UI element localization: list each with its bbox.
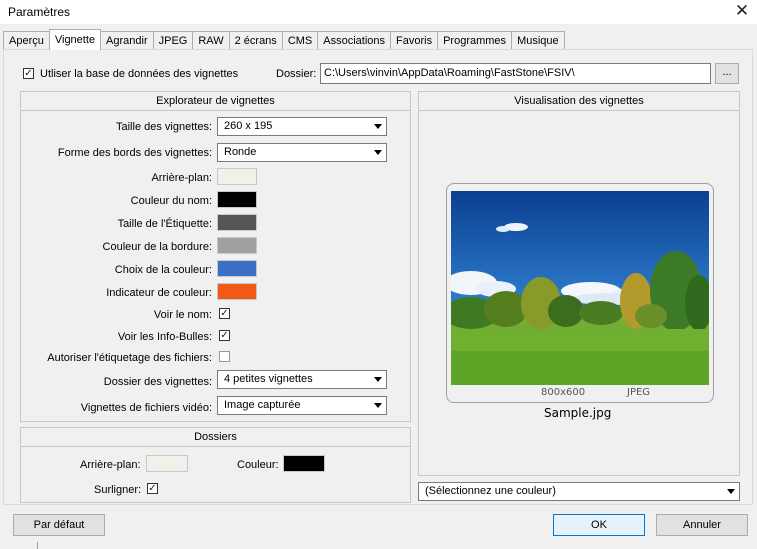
tag-color-swatch[interactable] (217, 214, 257, 231)
thumb-folder-value: 4 petites vignettes (224, 373, 313, 385)
title-bar (0, 0, 757, 24)
tab-cms[interactable]: CMS (281, 31, 319, 49)
folders-background-swatch[interactable] (146, 455, 188, 472)
tab-associations[interactable]: Associations (317, 31, 392, 49)
folders-group-title: Dossiers (21, 428, 410, 447)
chevron-down-icon (374, 150, 382, 155)
chevron-down-icon (374, 403, 382, 408)
cancel-button[interactable]: Annuler (656, 514, 748, 536)
border-shape-select[interactable]: Ronde (217, 143, 387, 162)
folders-group: Dossiers (20, 427, 411, 503)
choice-color-label: Choix de la couleur: (114, 264, 212, 276)
highlight-label: Surligner: (94, 484, 142, 496)
show-tooltips-checkbox[interactable]: ✓ (219, 330, 230, 341)
tab-programmes[interactable]: Programmes (437, 31, 513, 49)
thumb-folder-select[interactable]: 4 petites vignettes (217, 370, 387, 389)
name-color-swatch[interactable] (217, 191, 257, 208)
tag-size-label: Taille de l'Étiquette: (117, 218, 212, 230)
indicator-color-swatch[interactable] (217, 283, 257, 300)
thumb-size-select[interactable]: 260 x 195 (217, 117, 387, 136)
preview-group-title: Visualisation des vignettes (419, 92, 739, 111)
taskbar-edge (37, 542, 38, 549)
thumb-size-label: Taille des vignettes: (116, 121, 212, 133)
video-thumbs-label: Vignettes de fichiers vidéo: (80, 402, 212, 414)
allow-tagging-checkbox[interactable] (219, 351, 230, 362)
tab-agrandir[interactable]: Agrandir (100, 31, 154, 49)
use-db-checkbox[interactable]: ✓ (23, 68, 34, 79)
folder-path-input[interactable]: C:\Users\vinvin\AppData\Roaming\FastSton… (320, 63, 711, 84)
border-color-label: Couleur de la bordure: (102, 241, 212, 253)
tab-2-ecrans[interactable]: 2 écrans (228, 31, 283, 49)
window-title: Paramètres (8, 5, 71, 19)
chevron-down-icon (727, 489, 735, 494)
ok-button[interactable]: OK (553, 514, 645, 536)
use-db-label: Utliser la base de données des vignettes (40, 68, 239, 80)
tab-musique[interactable]: Musique (511, 31, 565, 49)
explorer-group-title: Explorateur de vignettes (21, 92, 410, 111)
show-name-checkbox[interactable]: ✓ (219, 308, 230, 319)
border-shape-value: Ronde (224, 146, 257, 158)
highlight-checkbox[interactable]: ✓ (147, 483, 158, 494)
preview-color-value: (Sélectionnez une couleur) (425, 485, 556, 497)
chevron-down-icon (374, 124, 382, 129)
close-icon[interactable]: ✕ (733, 2, 751, 20)
tab-jpeg[interactable]: JPEG (152, 31, 194, 49)
thumbnail-format: JPEG (627, 387, 651, 398)
border-color-swatch[interactable] (217, 237, 257, 254)
tab-favoris[interactable]: Favoris (390, 31, 439, 49)
folders-color-label: Couleur: (237, 459, 279, 471)
background-label: Arrière-plan: (151, 172, 212, 184)
allow-tagging-label: Autoriser l'étiquetage des fichiers: (47, 352, 212, 364)
name-color-label: Couleur du nom: (130, 195, 212, 207)
thumb-size-value: 260 x 195 (224, 120, 273, 132)
tab-vignette[interactable]: Vignette (48, 29, 102, 50)
chevron-down-icon (374, 377, 382, 382)
background-color-swatch[interactable] (217, 168, 257, 185)
show-tooltips-label: Voir les Info-Bulles: (117, 331, 212, 343)
tab-raw[interactable]: RAW (192, 31, 230, 49)
video-thumbs-value: Image capturée (224, 399, 301, 411)
folders-color-swatch[interactable] (283, 455, 325, 472)
choice-color-swatch[interactable] (217, 260, 257, 277)
thumbnail-dimensions: 800x600 (541, 387, 586, 398)
sample-thumbnail-image (443, 191, 713, 385)
tab-bar: Aperçu Vignette Agrandir JPEG RAW 2 écra… (3, 29, 565, 50)
video-thumbs-select[interactable]: Image capturée (217, 396, 387, 415)
indicator-color-label: Indicateur de couleur: (106, 287, 212, 299)
thumb-folder-label: Dossier des vignettes: (103, 376, 212, 388)
show-name-label: Voir le nom: (153, 309, 212, 321)
default-button[interactable]: Par défaut (13, 514, 105, 536)
border-shape-label: Forme des bords des vignettes: (57, 147, 212, 159)
preview-color-select[interactable]: (Sélectionnez une couleur) (418, 482, 740, 501)
browse-folder-button[interactable]: ... (715, 63, 739, 84)
folders-background-label: Arrière-plan: (80, 459, 141, 471)
folder-label: Dossier: (276, 68, 317, 80)
tab-apercu[interactable]: Aperçu (3, 31, 50, 49)
thumbnail-filename: Sample.jpg (544, 406, 612, 420)
